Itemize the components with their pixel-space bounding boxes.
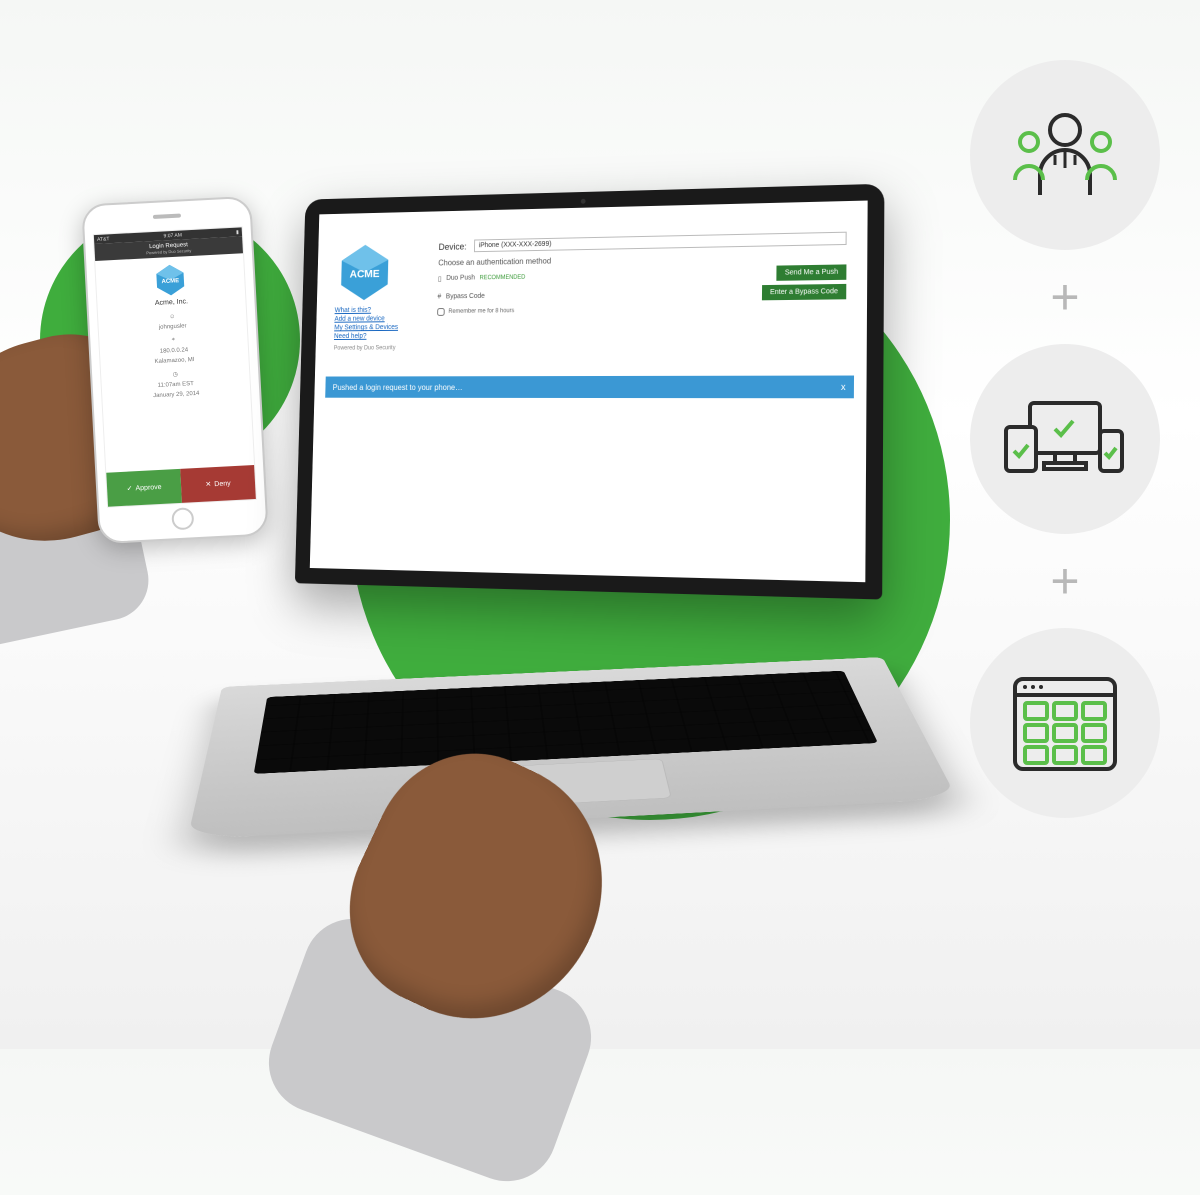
laptop-device: ACME What is this? Add a new device My S…: [280, 190, 1000, 910]
duo-push-label: Duo Push: [446, 275, 475, 282]
plus-icon: +: [1050, 272, 1079, 322]
users-icon: [970, 60, 1160, 250]
x-icon: ✕: [205, 480, 211, 488]
key-icon: #: [437, 294, 441, 301]
acme-logo-icon: ACME: [335, 241, 395, 303]
device-select[interactable]: iPhone (XXX-XXX-2699): [474, 232, 847, 253]
deny-button[interactable]: ✕ Deny: [180, 465, 256, 503]
phone-device: AT&T 9:07 AM ▮ Login Request Powered by …: [81, 196, 269, 544]
what-is-this-link[interactable]: What is this?: [335, 306, 427, 314]
acme-logo-icon: ACME: [152, 262, 188, 298]
battery-icon: ▮: [236, 229, 239, 235]
close-banner-button[interactable]: x: [841, 382, 846, 392]
bypass-code-label: Bypass Code: [446, 293, 485, 300]
carrier-label: AT&T: [97, 236, 110, 243]
phone-screen: AT&T 9:07 AM ▮ Login Request Powered by …: [93, 226, 257, 507]
powered-by-label: Powered by Duo Security: [334, 345, 426, 351]
svg-text:ACME: ACME: [350, 268, 380, 280]
laptop-screen: ACME What is this? Add a new device My S…: [310, 201, 868, 583]
feature-icon-column: + +: [970, 60, 1160, 818]
phone-icon: ▯: [438, 275, 442, 283]
apps-grid-icon: [970, 628, 1160, 818]
company-name: Acme, Inc.: [97, 295, 245, 310]
approve-button[interactable]: ✓ Approve: [106, 469, 182, 507]
svg-text:ACME: ACME: [161, 278, 179, 285]
remember-me-label: Remember me for 8 hours: [448, 308, 514, 315]
send-push-button[interactable]: Send Me a Push: [777, 264, 847, 280]
enter-bypass-button[interactable]: Enter a Bypass Code: [762, 284, 847, 300]
deny-label: Deny: [214, 480, 231, 488]
remember-me-checkbox[interactable]: Remember me for 8 hours: [437, 303, 846, 316]
recommended-label: RECOMMENDED: [480, 274, 526, 281]
device-label: Device:: [439, 241, 467, 251]
banner-text: Pushed a login request to your phone…: [333, 383, 463, 392]
home-button[interactable]: [171, 507, 194, 530]
devices-icon: [970, 344, 1160, 534]
settings-devices-link[interactable]: My Settings & Devices: [334, 324, 426, 332]
check-icon: ✓: [126, 484, 132, 492]
approve-label: Approve: [135, 483, 161, 491]
webcam-icon: [581, 199, 586, 204]
need-help-link[interactable]: Need help?: [334, 333, 426, 340]
push-sent-banner: Pushed a login request to your phone… x: [325, 376, 854, 399]
plus-icon: +: [1050, 556, 1079, 606]
time-label: 9:07 AM: [163, 232, 182, 239]
add-device-link[interactable]: Add a new device: [334, 315, 426, 323]
device-value: iPhone (XXX-XXX-2699): [479, 241, 552, 249]
